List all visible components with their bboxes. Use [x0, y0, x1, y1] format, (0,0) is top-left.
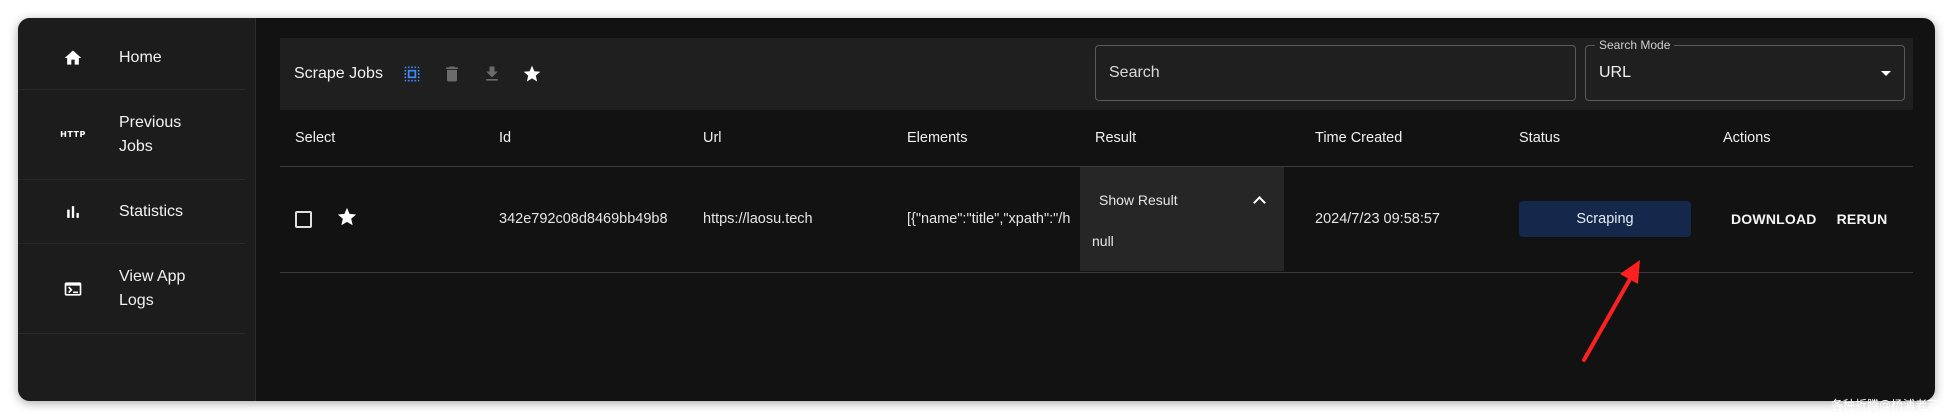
search-mode-value: URL	[1599, 64, 1632, 81]
table-row: 342e792c08d8469bb49b8 https://laosu.tech…	[280, 166, 1913, 273]
job-url: https://laosu.tech	[703, 211, 813, 227]
search-input[interactable]	[1109, 64, 1562, 82]
download-button[interactable]: DOWNLOAD	[1723, 205, 1825, 233]
terminal-icon	[62, 278, 84, 300]
row-checkbox[interactable]	[295, 210, 312, 228]
jobs-table: Select Id Url Elements Result Time Creat…	[280, 110, 1913, 273]
select-all-icon[interactable]	[401, 63, 423, 85]
job-id: 342e792c08d8469bb49b8	[499, 211, 668, 227]
sidebar-item-previous-jobs[interactable]: HTTP Previous Jobs	[18, 90, 245, 180]
http-icon: HTTP	[60, 130, 86, 139]
sidebar-item-label: Previous Jobs	[119, 113, 182, 155]
result-cell: Show Result null	[1080, 166, 1300, 273]
app-window: Home HTTP Previous Jobs Statistics View …	[18, 18, 1935, 401]
search-field[interactable]	[1095, 45, 1576, 101]
result-value: null	[1092, 233, 1114, 249]
sidebar-item-label: Home	[119, 48, 162, 66]
column-header-select: Select	[280, 110, 484, 167]
id-cell: 342e792c08d8469bb49b8	[484, 166, 688, 273]
column-header-result: Result	[1080, 110, 1300, 167]
sidebar-item-view-app-logs[interactable]: View App Logs	[18, 244, 245, 334]
column-header-id: Id	[484, 110, 688, 167]
sidebar-item-label: View App Logs	[119, 267, 186, 309]
sidebar-item-statistics[interactable]: Statistics	[18, 180, 245, 244]
column-header-time-created: Time Created	[1300, 110, 1504, 167]
status-badge: Scraping	[1519, 201, 1691, 237]
toolbar: Scrape Jobs Search Mode URL	[280, 38, 1913, 110]
search-mode-select[interactable]: Search Mode URL	[1585, 38, 1905, 101]
rerun-button[interactable]: RERUN	[1829, 205, 1896, 233]
download-icon[interactable]	[481, 63, 503, 85]
job-elements: [{"name":"title","xpath":"/h	[907, 211, 1071, 227]
main-content: Scrape Jobs Search Mode URL	[256, 18, 1935, 401]
url-cell: https://laosu.tech	[688, 166, 892, 273]
page-title: Scrape Jobs	[294, 65, 383, 82]
column-header-status: Status	[1504, 110, 1708, 167]
bar-chart-icon	[62, 201, 84, 223]
elements-cell: [{"name":"title","xpath":"/h	[892, 166, 1080, 273]
result-accordion: Show Result null	[1080, 167, 1284, 271]
delete-icon[interactable]	[441, 63, 463, 85]
show-result-toggle[interactable]: Show Result	[1092, 167, 1272, 233]
column-header-actions: Actions	[1708, 110, 1913, 167]
time-created-cell: 2024/7/23 09:58:57	[1300, 166, 1504, 273]
select-cell	[280, 166, 484, 273]
show-result-label: Show Result	[1099, 192, 1178, 208]
sidebar-item-label: Statistics	[119, 202, 184, 220]
favorite-star-icon[interactable]	[336, 206, 358, 232]
time-created: 2024/7/23 09:58:57	[1315, 211, 1440, 227]
actions-cell: DOWNLOAD RERUN	[1708, 166, 1913, 273]
search-mode-label: Search Mode	[1595, 38, 1675, 52]
column-header-elements: Elements	[892, 110, 1080, 167]
column-header-url: Url	[688, 110, 892, 167]
home-icon	[62, 47, 84, 69]
table-header-row: Select Id Url Elements Result Time Creat…	[280, 110, 1913, 167]
caret-down-icon[interactable]	[1881, 70, 1891, 76]
sidebar-item-home[interactable]: Home	[18, 26, 245, 90]
status-cell: Scraping	[1504, 166, 1708, 273]
star-icon[interactable]	[521, 63, 543, 85]
sidebar: Home HTTP Previous Jobs Statistics View …	[18, 18, 256, 401]
watermark: 各种折腾@杨浦老苏	[1830, 398, 1939, 412]
chevron-up-icon	[1253, 195, 1266, 209]
